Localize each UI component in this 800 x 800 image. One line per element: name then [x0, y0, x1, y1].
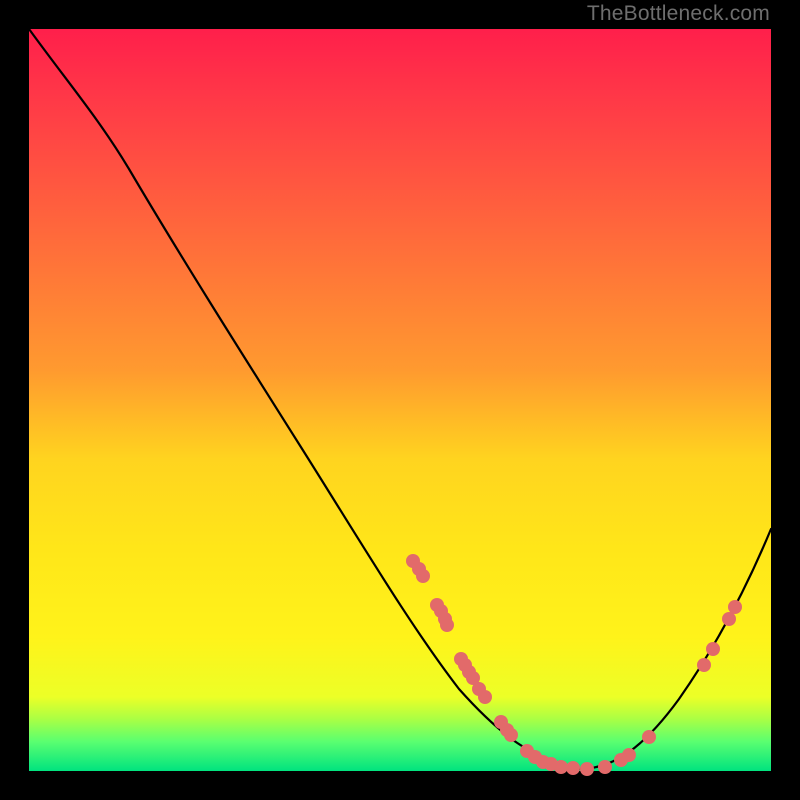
- curve-marker: [598, 760, 612, 774]
- curve-marker: [504, 728, 518, 742]
- curve-marker: [566, 761, 580, 775]
- curve-marker: [580, 762, 594, 776]
- curve-marker: [728, 600, 742, 614]
- watermark-text: TheBottleneck.com: [587, 2, 770, 26]
- curve-marker: [642, 730, 656, 744]
- bottleneck-curve: [29, 29, 771, 769]
- curve-marker: [440, 618, 454, 632]
- chart-overlay-svg: [29, 29, 771, 771]
- curve-marker: [478, 690, 492, 704]
- curve-marker: [697, 658, 711, 672]
- chart-stage: TheBottleneck.com: [0, 0, 800, 800]
- curve-marker: [622, 748, 636, 762]
- curve-markers-group: [406, 554, 742, 776]
- curve-marker: [416, 569, 430, 583]
- curve-marker: [722, 612, 736, 626]
- curve-marker: [706, 642, 720, 656]
- curve-marker: [554, 760, 568, 774]
